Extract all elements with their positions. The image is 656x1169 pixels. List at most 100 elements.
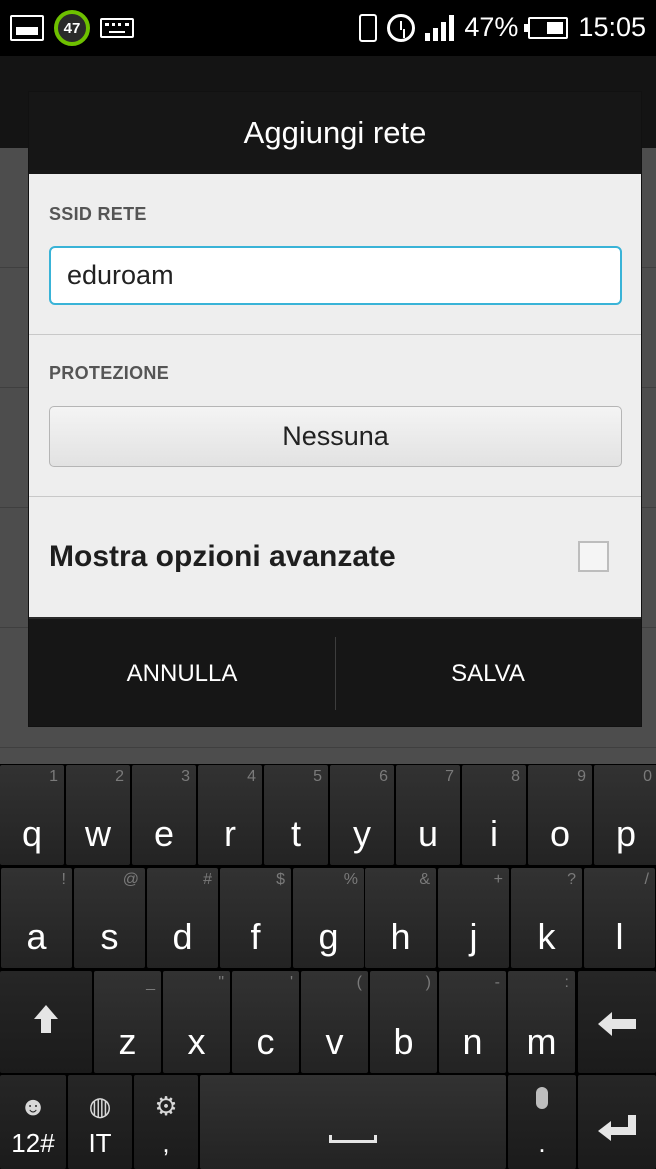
symbols-key[interactable]: ☻ 12# (0, 1075, 66, 1169)
vibrate-icon (359, 13, 378, 42)
key-d[interactable]: # d (147, 868, 218, 968)
key-secondary-label: ) (425, 974, 431, 991)
key-secondary-label: 6 (379, 768, 388, 785)
alarm-icon (387, 13, 416, 42)
key-secondary-label: 7 (445, 768, 454, 785)
key-label: b (393, 1021, 414, 1062)
key-secondary-label: @ (122, 871, 139, 888)
key-x[interactable]: " x (163, 971, 230, 1073)
mic-key[interactable]: . (508, 1075, 576, 1169)
key-q[interactable]: 1q (0, 765, 64, 865)
key-label: e (153, 813, 175, 854)
key-secondary-label: $ (276, 871, 285, 888)
key-label: f (250, 916, 261, 957)
key-label: j (469, 916, 478, 957)
key-label: o (549, 813, 571, 854)
key-w[interactable]: 2w (66, 765, 130, 865)
backspace-icon (598, 1012, 636, 1036)
key-label: k (537, 916, 556, 957)
microphone-icon (536, 1087, 548, 1109)
key-b[interactable]: ) b (370, 971, 437, 1073)
key-label: z (118, 1021, 137, 1062)
key-secondary-label: 5 (313, 768, 322, 785)
key-label: x (187, 1021, 206, 1062)
settings-key[interactable]: ⚙ , (134, 1075, 198, 1169)
key-label: u (417, 813, 439, 854)
key-a[interactable]: ! a (1, 868, 72, 968)
key-z[interactable]: _ z (94, 971, 161, 1073)
key-p[interactable]: 0p (594, 765, 656, 865)
key-secondary-label: ' (289, 974, 293, 991)
key-label: h (390, 916, 411, 957)
save-button[interactable]: SALVA (335, 619, 641, 728)
key-o[interactable]: 9o (528, 765, 592, 865)
backspace-key[interactable] (578, 971, 656, 1073)
key-secondary-label: # (203, 871, 212, 888)
key-secondary-label: 8 (511, 768, 520, 785)
key-label: t (290, 813, 301, 854)
key-i[interactable]: 8i (462, 765, 526, 865)
gear-icon: ⚙ (154, 1091, 178, 1121)
key-secondary-label: ! (61, 871, 66, 888)
key-k[interactable]: ? k (511, 868, 582, 968)
key-label: l (615, 916, 624, 957)
key-y[interactable]: 6y (330, 765, 394, 865)
key-v[interactable]: (v (301, 971, 368, 1073)
key-s[interactable]: @ s (74, 868, 145, 968)
key-label: q (21, 813, 43, 854)
language-key[interactable]: ◍ IT (68, 1075, 132, 1169)
protection-select[interactable]: Nessuna (49, 406, 622, 467)
key-secondary-label: / (644, 871, 649, 888)
status-bar: 47 47% 15:05 (0, 0, 656, 56)
key-label: r (224, 813, 236, 854)
key-secondary-label: _ (146, 974, 155, 991)
space-icon (329, 1135, 377, 1143)
key-secondary-label: ? (567, 871, 576, 888)
ssid-input[interactable] (49, 246, 622, 305)
enter-key[interactable] (578, 1075, 656, 1169)
shift-key[interactable] (0, 971, 92, 1073)
dialog-button-bar: ANNULLA SALVA (29, 617, 641, 726)
key-label: p (615, 813, 637, 854)
key-label: v (325, 1021, 344, 1062)
protection-label: PROTEZIONE (49, 363, 170, 383)
key-m[interactable]: :m (508, 971, 575, 1073)
battery-percent: 47% (464, 12, 519, 42)
keyboard-icon (100, 18, 134, 38)
shift-icon (34, 1005, 58, 1033)
key-e[interactable]: 3e (132, 765, 196, 865)
advanced-options-label[interactable]: Mostra opzioni avanzate (49, 540, 396, 574)
key-t[interactable]: 5t (264, 765, 328, 865)
key-label: n (462, 1021, 483, 1062)
dialog-title: Aggiungi rete (29, 92, 641, 174)
clock: 15:05 (578, 12, 646, 42)
divider (29, 334, 641, 335)
ssid-label: SSID RETE (49, 204, 147, 224)
key-l[interactable]: / l (584, 868, 655, 968)
key-secondary-label: - (494, 974, 500, 991)
key-c[interactable]: ' c (232, 971, 299, 1073)
advanced-options-checkbox[interactable] (578, 541, 609, 572)
key-label: s (100, 916, 119, 957)
key-u[interactable]: 7u (396, 765, 460, 865)
globe-icon: ◍ (88, 1091, 112, 1121)
key-secondary-label: 3 (181, 768, 190, 785)
key-secondary-label: 1 (49, 768, 58, 785)
cancel-button[interactable]: ANNULLA (29, 619, 335, 728)
key-secondary-label: 4 (247, 768, 256, 785)
task-counter-icon: 47 (54, 10, 90, 46)
key-g[interactable]: % g (293, 868, 364, 968)
key-f[interactable]: $ f (220, 868, 291, 968)
key-r[interactable]: 4r (198, 765, 262, 865)
key-j[interactable]: + j (438, 868, 509, 968)
key-h[interactable]: & h (365, 868, 436, 968)
battery-icon (524, 16, 569, 39)
key-secondary-label: + (493, 871, 503, 888)
key-label: d (172, 916, 193, 957)
key-secondary-label: 0 (643, 768, 652, 785)
key-label: m (526, 1021, 557, 1062)
space-key[interactable] (200, 1075, 506, 1169)
key-n[interactable]: -n (439, 971, 506, 1073)
soft-keyboard: ☻ 12# ◍ IT ⚙ , . 1 q 2 w 3 e 4 r 5 t 6 y 7 u 8 i 9 o 0 p! a @… (0, 765, 656, 1169)
key-label: a (26, 916, 47, 957)
